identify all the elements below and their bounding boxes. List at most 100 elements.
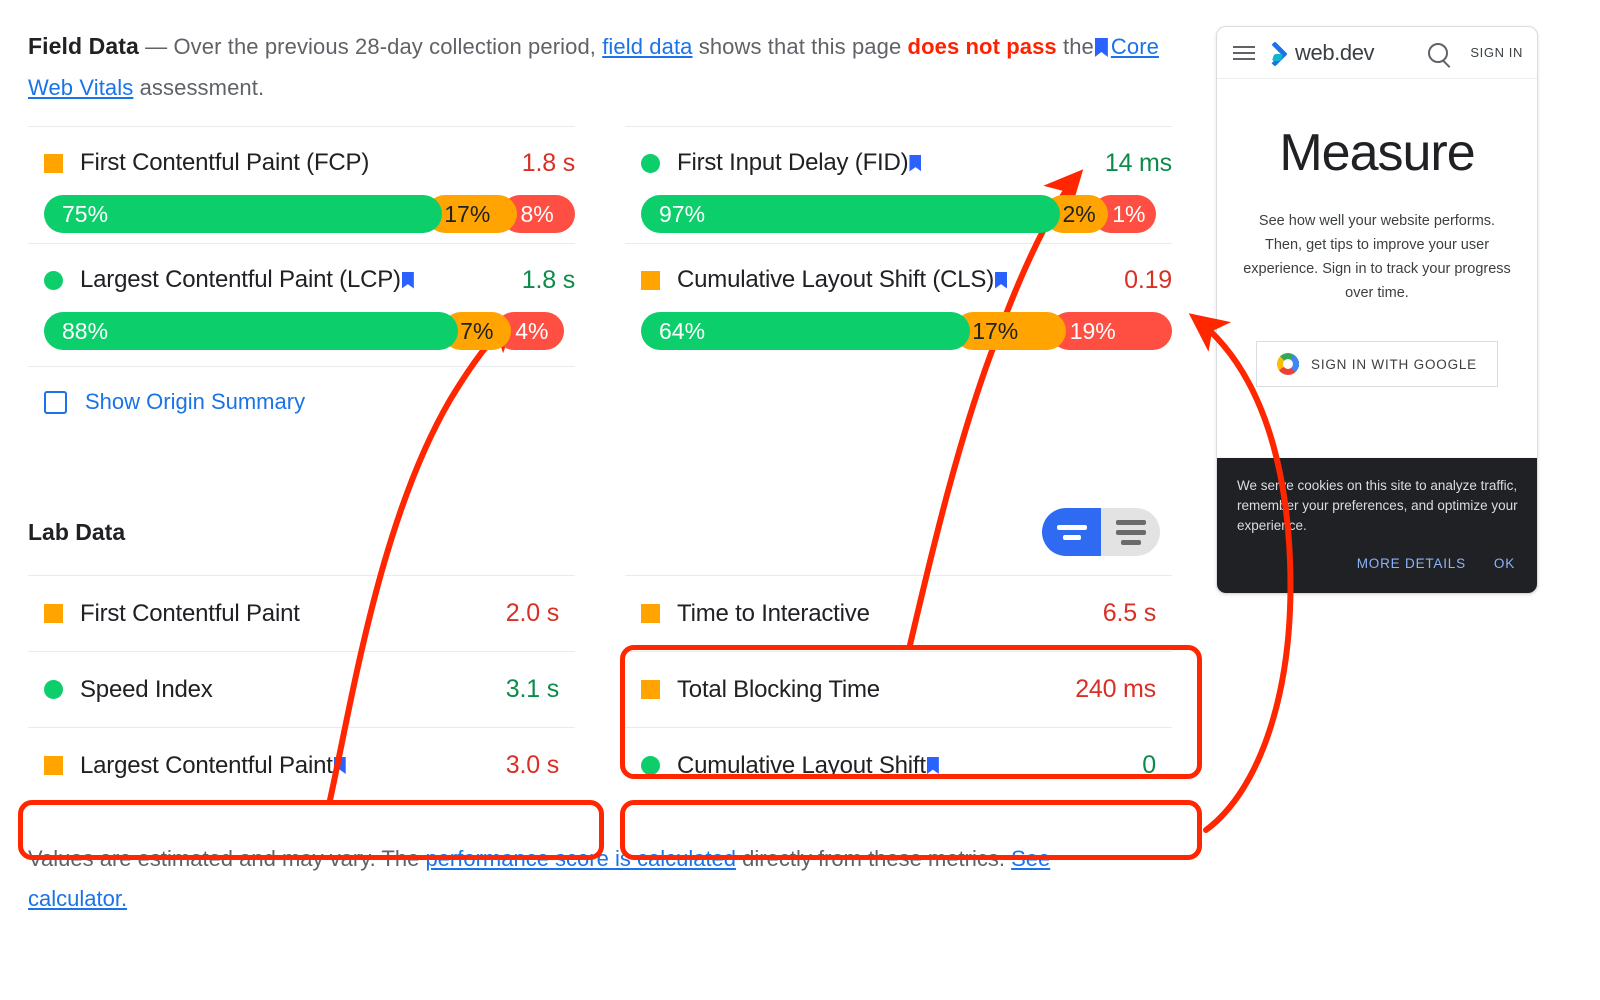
field-metric-fid: First Input Delay (FID) 14 ms 97% 2% 1% [625, 126, 1172, 243]
lab-row-cumulative-layout-shift: Cumulative Layout Shift 0 [625, 727, 1172, 803]
intro-text-2: shows that this page [698, 34, 902, 59]
more-details-button[interactable]: MORE DETAILS [1357, 556, 1466, 571]
status-square-icon [641, 270, 660, 290]
status-square-icon [641, 680, 660, 699]
bookmark-icon [995, 271, 1008, 289]
footer-text-1: Values are estimated and may vary. The [28, 846, 420, 871]
status-circle-icon [641, 756, 660, 775]
field-metric-lcp-name: Largest Contentful Paint (LCP) [80, 266, 401, 293]
field-data-title: Field Data [28, 33, 139, 59]
field-data-grid: First Contentful Paint (FCP) 1.8 s 75% 1… [28, 126, 1172, 415]
lab-metric-value: 2.0 s [505, 599, 559, 627]
toggle-line [1120, 539, 1141, 545]
field-metric-lcp: Largest Contentful Paint (LCP) 1.8 s 88%… [28, 243, 575, 360]
search-icon[interactable] [1428, 42, 1449, 63]
bookmark-icon [909, 154, 922, 172]
field-metric-fcp: First Contentful Paint (FCP) 1.8 s 75% 1… [28, 126, 575, 243]
ok-button[interactable]: OK [1494, 556, 1515, 571]
sign-in-button[interactable]: SIGN IN [1470, 45, 1523, 60]
field-metric-cls-name: Cumulative Layout Shift (CLS) [677, 266, 995, 293]
field-metric-cls: Cumulative Layout Shift (CLS) 0.19 64% 1… [625, 243, 1172, 360]
field-metric-lcp-bar: 88% 7% 4% [44, 312, 575, 350]
show-origin-summary-label[interactable]: Show Origin Summary [85, 389, 305, 415]
toggle-line [1056, 524, 1087, 530]
toggle-detailed-view[interactable] [1101, 508, 1160, 556]
measure-subtext: See how well your website performs. Then… [1243, 213, 1511, 301]
webdev-brand-text: web.dev [1295, 39, 1375, 65]
mobile-body: Measure See how well your website perfor… [1217, 79, 1537, 457]
lab-row-largest-contentful-paint: Largest Contentful Paint 3.0 s [28, 727, 575, 803]
intro-text-4: assessment. [139, 75, 265, 100]
intro-text-1: Over the previous 28-day collection peri… [173, 34, 596, 59]
origin-summary-checkbox[interactable] [44, 390, 67, 414]
bar-segment-average: 17% [954, 312, 1066, 350]
mobile-screenshot-preview: web.dev SIGN IN Measure See how well you… [1216, 26, 1538, 594]
lab-row-total-blocking-time: Total Blocking Time 240 ms [625, 651, 1172, 727]
bookmark-icon [401, 271, 414, 289]
lab-data-title: Lab Data [28, 518, 126, 545]
measure-heading: Measure [1279, 124, 1475, 182]
field-metric-fid-name: First Input Delay (FID) [677, 149, 909, 176]
status-circle-icon [44, 270, 63, 290]
hamburger-menu-icon[interactable] [1233, 45, 1255, 60]
bar-segment-good: 97% [641, 195, 1061, 233]
intro-text-3: the [1062, 34, 1094, 59]
sign-in-with-google-label: SIGN IN WITH GOOGLE [1311, 356, 1477, 372]
field-data-intro: Field Data — Over the previous 28-day co… [28, 26, 1172, 108]
intro-dash: — [145, 34, 168, 59]
mobile-topbar: web.dev SIGN IN [1217, 27, 1537, 79]
field-metric-fcp-name: First Contentful Paint (FCP) [80, 149, 370, 176]
field-metric-cls-bar: 64% 17% 19% [641, 312, 1172, 350]
status-circle-icon [641, 153, 660, 173]
field-metric-fcp-value: 1.8 s [521, 148, 575, 177]
toggle-line [1115, 529, 1146, 535]
lab-data-header: Lab Data [28, 507, 1172, 557]
bar-segment-good: 64% [641, 312, 971, 350]
lab-metric-value: 6.5 s [1102, 599, 1156, 627]
field-metric-fcp-header: First Contentful Paint (FCP) 1.8 s [28, 145, 575, 181]
field-metric-fid-header: First Input Delay (FID) 14 ms [625, 145, 1172, 181]
field-data-link[interactable]: field data [602, 34, 692, 59]
field-metric-fcp-bar: 75% 17% 8% [44, 195, 575, 233]
status-square-icon [44, 153, 63, 173]
bar-segment-good: 88% [44, 312, 459, 350]
lab-metric-name: Cumulative Layout Shift [677, 751, 926, 779]
performance-score-link[interactable]: performance score is calculated [425, 846, 736, 871]
field-metric-lcp-header: Largest Contentful Paint (LCP) 1.8 s [28, 262, 575, 298]
lab-metric-name: Total Blocking Time [677, 675, 880, 703]
lab-metric-value: 3.0 s [505, 751, 559, 779]
bar-segment-poor: 19% [1049, 312, 1172, 350]
status-square-icon [44, 756, 63, 775]
webdev-logo: web.dev [1265, 39, 1375, 66]
lab-metric-name: Time to Interactive [677, 599, 870, 627]
status-circle-icon [44, 680, 63, 699]
lab-data-grid: First Contentful Paint 2.0 s Time to Int… [28, 575, 1172, 803]
field-metric-lcp-value: 1.8 s [521, 265, 575, 294]
bookmark-icon [926, 757, 939, 774]
lab-metric-name: Largest Contentful Paint [80, 751, 333, 779]
lab-metric-name: First Contentful Paint [80, 599, 300, 627]
status-square-icon [44, 604, 63, 623]
cookie-banner-actions: MORE DETAILS OK [1237, 556, 1519, 571]
sign-in-with-google-button[interactable]: SIGN IN WITH GOOGLE [1256, 341, 1498, 387]
chevron-logo-icon [1265, 42, 1287, 64]
lab-row-time-to-interactive: Time to Interactive 6.5 s [625, 575, 1172, 651]
bookmark-icon [333, 757, 346, 774]
footer-text-2: directly from these metrics. [742, 846, 1005, 871]
lab-row-speed-index: Speed Index 3.1 s [28, 651, 575, 727]
toggle-line [1062, 534, 1081, 540]
cookie-banner-text: We serve cookies on this site to analyze… [1237, 478, 1518, 533]
view-mode-toggle[interactable] [1042, 508, 1160, 556]
field-metric-cls-value: 0.19 [1124, 265, 1172, 294]
footer-note: Values are estimated and may vary. The p… [28, 839, 1118, 919]
report-column: Field Data — Over the previous 28-day co… [0, 0, 1200, 919]
status-square-icon [641, 604, 660, 623]
cookie-banner: We serve cookies on this site to analyze… [1217, 458, 1537, 593]
toggle-compact-view[interactable] [1042, 508, 1101, 556]
field-metric-fid-value: 14 ms [1104, 148, 1172, 177]
pagespeed-report: Field Data — Over the previous 28-day co… [0, 0, 1600, 1000]
google-logo-icon [1277, 353, 1300, 375]
show-origin-summary-row[interactable]: Show Origin Summary [28, 366, 575, 415]
lab-row-first-contentful-paint: First Contentful Paint 2.0 s [28, 575, 575, 651]
does-not-pass-text: does not pass [907, 34, 1057, 59]
